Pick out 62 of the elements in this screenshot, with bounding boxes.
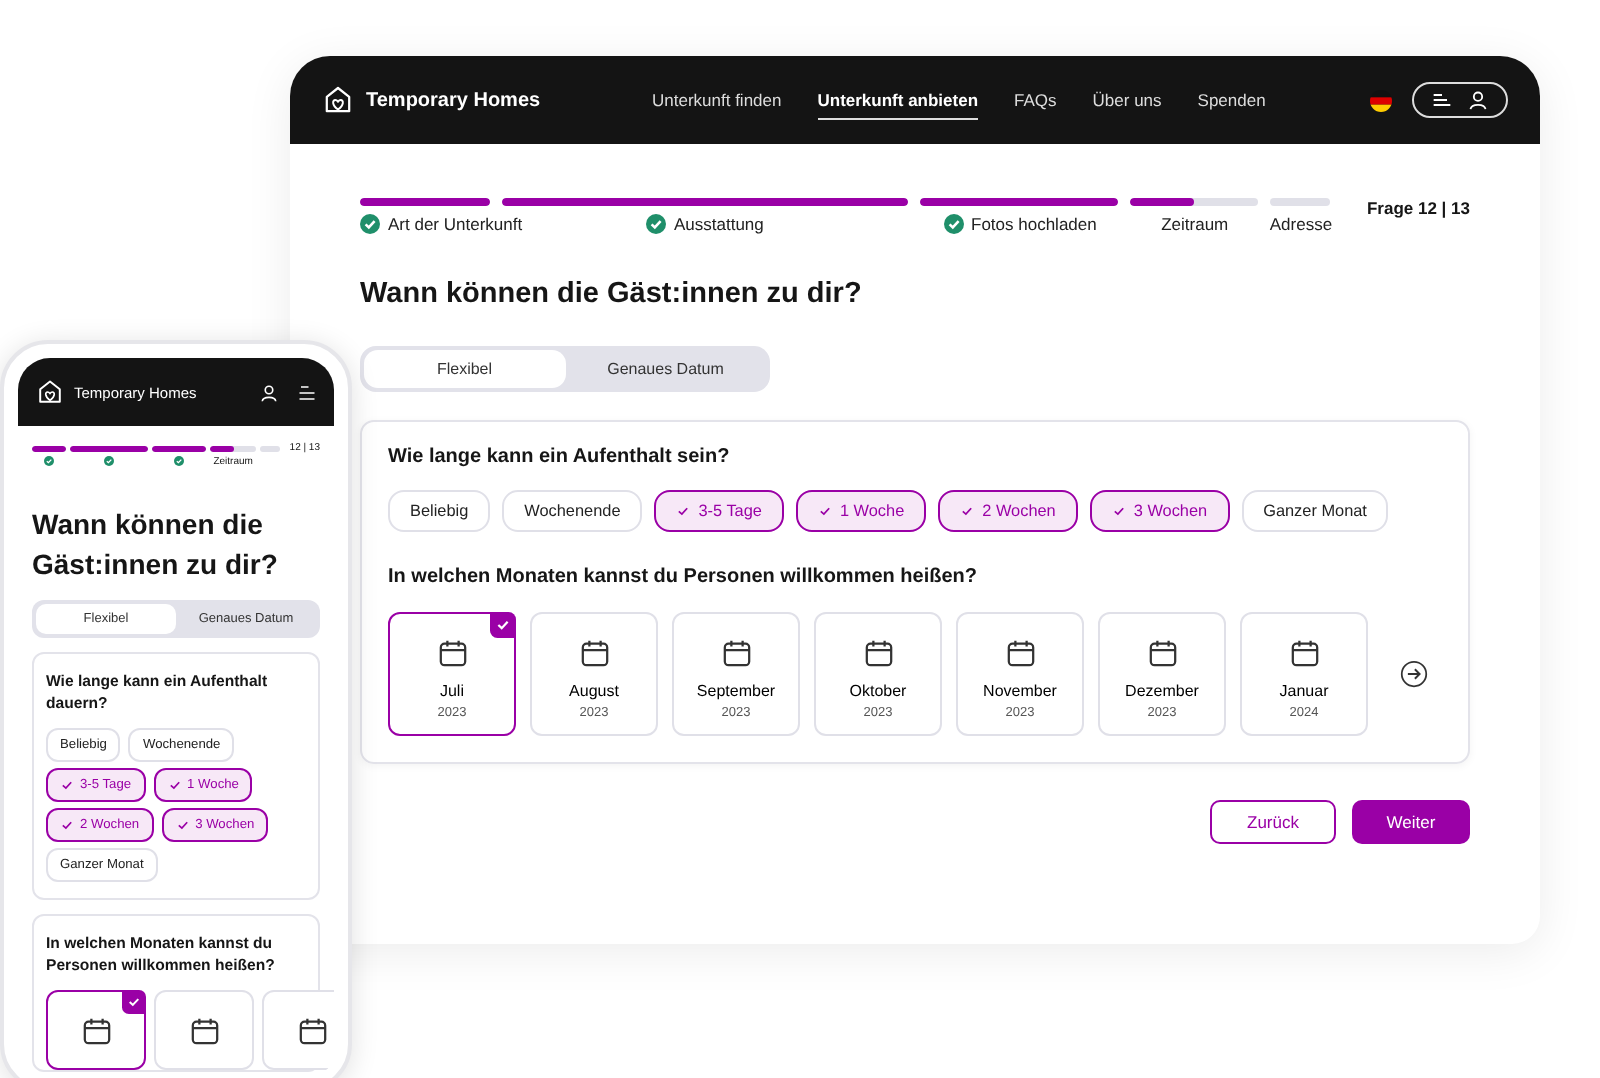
calendar-icon — [1147, 638, 1177, 668]
duration-chip[interactable]: 3 Wochen — [1089, 490, 1230, 532]
calendar-icon — [721, 638, 751, 668]
checkmark-icon — [60, 817, 74, 832]
step-label: Ausstattung — [674, 214, 764, 234]
duration-chip[interactable]: Wochenende — [502, 490, 643, 532]
duration-chip[interactable]: 3-5 Tage — [654, 490, 784, 532]
duration-chip[interactable]: Beliebig — [388, 490, 491, 532]
nav-link[interactable]: Unterkunft anbieten — [817, 81, 979, 119]
continue-button[interactable]: Weiter — [1352, 800, 1470, 844]
duration-chip[interactable]: Ganzer Monat — [1241, 490, 1389, 532]
nav-link[interactable]: Unterkunft finden — [652, 81, 782, 119]
checkmark-icon — [60, 777, 74, 792]
user-icon — [1468, 90, 1488, 110]
duration-chip[interactable]: 1 Woche — [795, 490, 927, 532]
menu-icon — [1432, 90, 1452, 110]
house-heart-icon — [36, 378, 64, 406]
house-heart-icon — [322, 84, 354, 116]
menu-account-button[interactable] — [1412, 82, 1508, 118]
check-icon — [943, 214, 963, 234]
checkmark-icon — [167, 777, 182, 792]
calendar-icon — [863, 638, 893, 668]
duration-chip[interactable]: 2 Wochen — [938, 490, 1078, 532]
checkmark-icon — [817, 504, 832, 518]
checkmark-icon — [676, 504, 691, 518]
step-label: Adresse — [1269, 214, 1333, 234]
calendar-icon — [1005, 638, 1035, 668]
question-counter: Frage 12 | 13 — [1366, 198, 1470, 218]
check-icon — [173, 455, 184, 465]
toggle-option[interactable]: Genaues Datum — [565, 350, 766, 388]
page-heading: Wann können die Gäst:innen zu dir? — [360, 278, 864, 310]
nav-link[interactable]: FAQs — [1014, 81, 1057, 119]
selected-corner-icon — [490, 612, 516, 638]
check-icon — [360, 214, 380, 234]
brand-name: Temporary Homes — [366, 89, 541, 111]
next-arrow-button[interactable] — [1400, 660, 1428, 688]
checkmark-icon — [175, 817, 190, 832]
checkmark-icon — [960, 504, 975, 518]
step-label: Fotos hochladen — [971, 214, 1097, 234]
menu-icon[interactable] — [298, 383, 316, 401]
back-button[interactable]: Zurück — [1210, 800, 1336, 844]
calendar-icon — [1289, 638, 1319, 668]
month-card[interactable] — [46, 989, 146, 1070]
check-icon — [646, 214, 666, 234]
selected-corner-icon — [122, 989, 146, 1014]
toggle-option[interactable]: Flexibel — [364, 350, 565, 388]
step-label: Zeitraum — [1161, 214, 1229, 234]
calendar-icon — [437, 638, 467, 668]
question-text: In welchen Monaten kannst du Personen willkommen heißen? — [388, 566, 979, 588]
calendar-icon — [579, 638, 609, 668]
calendar-icon — [297, 1015, 327, 1046]
user-icon[interactable] — [260, 383, 278, 401]
nav-link[interactable]: Spenden — [1197, 81, 1266, 119]
page-heading: Wann können die Gäst:innen zu dir? — [32, 505, 280, 584]
question-text: Wie lange kann ein Aufenthalt sein? — [388, 446, 732, 468]
calendar-icon — [189, 1015, 219, 1046]
check-icon — [104, 455, 115, 465]
calendar-icon — [81, 1015, 111, 1046]
checkmark-icon — [1111, 504, 1126, 518]
check-icon — [44, 455, 55, 465]
step-label: Art der Unterkunft — [388, 214, 523, 234]
nav-link[interactable]: Über uns — [1092, 81, 1162, 119]
